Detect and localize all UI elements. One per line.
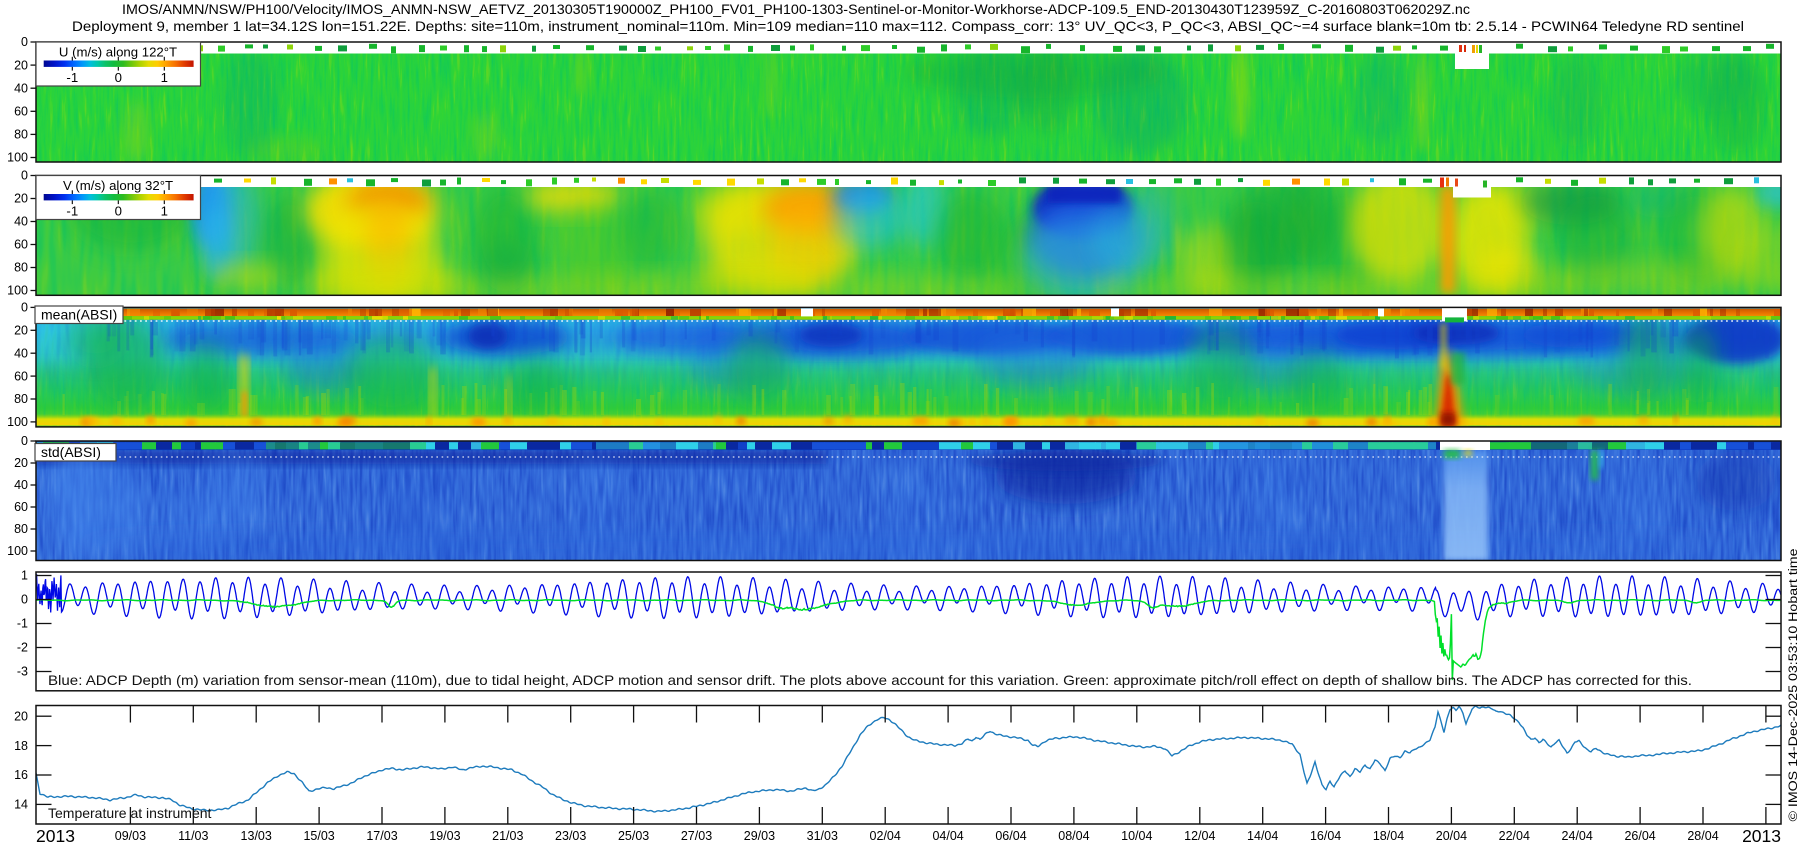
svg-text:09/03: 09/03	[115, 829, 146, 843]
svg-text:23/03: 23/03	[555, 829, 586, 843]
svg-text:18/04: 18/04	[1373, 829, 1404, 843]
svg-text:12/04: 12/04	[1184, 829, 1215, 843]
svg-text:15/03: 15/03	[303, 829, 334, 843]
svg-text:1: 1	[161, 70, 168, 85]
svg-text:29/03: 29/03	[744, 829, 775, 843]
svg-text:60: 60	[14, 105, 28, 119]
svg-text:Blue: ADCP Depth (m) variation: Blue: ADCP Depth (m) variation from sens…	[48, 672, 1692, 688]
svg-text:20/04: 20/04	[1436, 829, 1467, 843]
svg-text:06/04: 06/04	[995, 829, 1026, 843]
svg-text:40: 40	[14, 81, 28, 95]
svg-text:Deployment 9, member 1 lat=34.: Deployment 9, member 1 lat=34.12S lon=15…	[72, 19, 1744, 34]
svg-text:19/03: 19/03	[429, 829, 460, 843]
svg-text:02/04: 02/04	[870, 829, 901, 843]
svg-text:std(ABSI): std(ABSI)	[41, 444, 101, 460]
svg-text:18: 18	[14, 739, 28, 753]
svg-text:26/04: 26/04	[1624, 829, 1655, 843]
svg-text:80: 80	[14, 128, 28, 142]
svg-text:24/04: 24/04	[1562, 829, 1593, 843]
svg-text:17/03: 17/03	[366, 829, 397, 843]
svg-text:08/04: 08/04	[1058, 829, 1089, 843]
svg-text:20: 20	[14, 324, 28, 338]
svg-text:80: 80	[14, 392, 28, 406]
svg-text:-1: -1	[66, 70, 78, 85]
svg-text:27/03: 27/03	[681, 829, 712, 843]
svg-text:80: 80	[14, 261, 28, 275]
svg-text:2013: 2013	[1742, 826, 1781, 846]
svg-text:-1: -1	[66, 204, 78, 219]
svg-text:21/03: 21/03	[492, 829, 523, 843]
svg-text:1: 1	[21, 569, 28, 583]
svg-text:IMOS/ANMN/NSW/PH100/Velocity/I: IMOS/ANMN/NSW/PH100/Velocity/IMOS_ANMN-N…	[122, 2, 1470, 17]
svg-text:mean(ABSI): mean(ABSI)	[41, 307, 117, 323]
svg-text:40: 40	[14, 478, 28, 492]
svg-text:100: 100	[7, 544, 28, 558]
svg-text:16: 16	[14, 768, 28, 782]
svg-text:100: 100	[7, 415, 28, 429]
svg-text:14: 14	[14, 798, 28, 812]
svg-text:© IMOS 14-Dec-2025 03:53:10 Ho: © IMOS 14-Dec-2025 03:53:10 Hobart time	[1786, 548, 1800, 821]
svg-text:100: 100	[7, 284, 28, 298]
svg-text:2013: 2013	[36, 826, 75, 846]
svg-text:40: 40	[14, 346, 28, 360]
svg-text:20: 20	[14, 709, 28, 723]
svg-text:0: 0	[115, 70, 122, 85]
svg-text:0: 0	[115, 204, 122, 219]
svg-text:16/04: 16/04	[1310, 829, 1341, 843]
svg-text:20: 20	[14, 192, 28, 206]
svg-text:0: 0	[21, 301, 28, 315]
svg-text:22/04: 22/04	[1499, 829, 1530, 843]
svg-text:11/03: 11/03	[178, 829, 208, 843]
svg-text:60: 60	[14, 500, 28, 514]
svg-text:-3: -3	[17, 665, 28, 679]
svg-text:0: 0	[21, 434, 28, 448]
svg-text:20: 20	[14, 456, 28, 470]
svg-text:04/04: 04/04	[932, 829, 963, 843]
svg-text:60: 60	[14, 238, 28, 252]
svg-text:80: 80	[14, 522, 28, 536]
svg-text:20: 20	[14, 58, 28, 72]
svg-text:31/03: 31/03	[807, 829, 838, 843]
svg-text:13/03: 13/03	[241, 829, 272, 843]
svg-text:10/04: 10/04	[1121, 829, 1152, 843]
svg-text:40: 40	[14, 215, 28, 229]
svg-text:-1: -1	[17, 617, 28, 631]
svg-text:60: 60	[14, 369, 28, 383]
svg-text:14/04: 14/04	[1247, 829, 1278, 843]
svg-text:100: 100	[7, 151, 28, 165]
svg-text:0: 0	[21, 35, 28, 49]
svg-text:0: 0	[21, 593, 28, 607]
svg-text:28/04: 28/04	[1687, 829, 1718, 843]
svg-text:0: 0	[21, 169, 28, 183]
svg-text:-2: -2	[17, 641, 28, 655]
svg-text:1: 1	[161, 204, 168, 219]
svg-text:25/03: 25/03	[618, 829, 649, 843]
